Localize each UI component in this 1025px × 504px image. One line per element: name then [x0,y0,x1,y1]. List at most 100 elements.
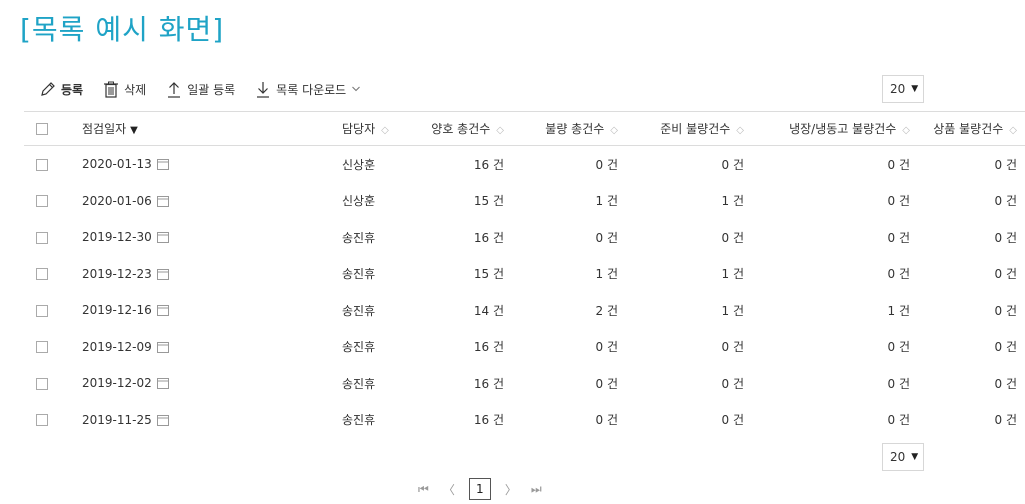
download-list-button[interactable]: 목록 다운로드 [255,81,361,98]
prep-bad-cell: 0 건 [721,376,745,391]
manager-cell: 송진휴 [342,413,376,428]
table-header-row: 점검일자 ▼ 담당자 ◇ 양호 총건수 ◇ 불량 총건수 ◇ 준비 불량건수 ◇ 냉장/냉… [24,111,1025,146]
bad-total-cell: 0 건 [595,157,619,172]
bulk-register-button[interactable]: 일괄 등록 [166,81,235,98]
row-select-cell [24,402,60,439]
good-total-cell: 14 건 [473,303,504,318]
delete-button[interactable]: 삭제 [103,81,146,98]
goods-bad-cell: 0 건 [994,340,1018,355]
sort-icon: ◇ [610,125,618,136]
table-row[interactable]: 2020-01-13 신상훈 16 건 0 건 0 건 0 건 0 건 [24,146,1025,183]
page-size-select-top[interactable]: 20 ▼ [882,75,924,103]
last-page-icon[interactable]: ⏭ [531,482,542,497]
sort-icon: ◇ [381,125,389,136]
bulk-register-label: 일괄 등록 [187,82,236,97]
bad-total-cell: 1 건 [595,194,619,209]
header-prep-bad-label: 준비 불량건수 [660,122,731,136]
row-checkbox[interactable] [36,377,48,390]
upload-arrow-icon [168,81,181,98]
row-checkbox[interactable] [36,414,48,427]
sort-desc-icon: ▼ [130,125,138,136]
table-row[interactable]: 2019-12-30 송진휴 16 건 0 건 0 건 0 건 0 건 [24,219,1025,256]
goods-bad-cell: 0 건 [994,230,1018,245]
calendar-icon[interactable] [156,195,169,207]
select-all-checkbox[interactable] [36,123,48,135]
fridge-bad-cell: 1 건 [887,303,911,318]
header-prep-bad[interactable]: 준비 불량건수 ◇ [626,111,752,146]
calendar-icon[interactable] [156,341,169,353]
header-good-total-label: 양호 총건수 [431,122,491,136]
prev-page-icon[interactable]: 〈 [443,481,455,498]
header-select-all-cell [24,111,60,146]
row-checkbox[interactable] [36,304,48,317]
manager-cell: 신상훈 [342,157,376,172]
download-list-label: 목록 다운로드 [276,82,347,97]
header-good-total[interactable]: 양호 총건수 ◇ [398,111,512,146]
header-goods-bad[interactable]: 상품 불량건수 ◇ [918,111,1025,146]
goods-bad-cell: 0 건 [994,413,1018,428]
row-checkbox[interactable] [36,268,48,281]
fridge-bad-cell: 0 건 [887,376,911,391]
toolbar: 등록 삭제 일괄 등록 목록 다운로드 [40,76,361,102]
header-bad-total[interactable]: 불량 총건수 ◇ [512,111,626,146]
goods-bad-cell: 0 건 [994,267,1018,282]
row-select-cell [24,219,60,256]
sort-icon: ◇ [736,125,744,136]
calendar-icon[interactable] [156,268,169,280]
row-checkbox[interactable] [36,231,48,244]
calendar-icon[interactable] [156,378,169,390]
row-select-cell [24,256,60,293]
date-value: 2019-12-09 [82,339,152,354]
prep-bad-cell: 0 건 [721,157,745,172]
header-date[interactable]: 점검일자 ▼ [60,111,282,146]
row-checkbox[interactable] [36,158,48,171]
fridge-bad-cell: 0 건 [887,157,911,172]
goods-bad-cell: 0 건 [994,194,1018,209]
prep-bad-cell: 0 건 [721,413,745,428]
date-value: 2019-11-25 [82,412,152,427]
header-fridge-bad-label: 냉장/냉동고 불량건수 [789,122,897,136]
date-value: 2019-12-02 [82,376,152,391]
table-row[interactable]: 2019-12-16 송진휴 14 건 2 건 1 건 1 건 0 건 [24,292,1025,329]
next-page-icon[interactable]: 〉 [505,481,517,498]
first-page-icon[interactable]: ⏮ [418,482,429,497]
goods-bad-cell: 0 건 [994,376,1018,391]
bad-total-cell: 0 건 [595,340,619,355]
header-manager-label: 담당자 [342,122,376,136]
date-cell: 2020-01-06 [60,183,282,220]
goods-bad-cell: 0 건 [994,303,1018,318]
table-row[interactable]: 2020-01-06 신상훈 15 건 1 건 1 건 0 건 0 건 [24,183,1025,220]
good-total-cell: 16 건 [473,340,504,355]
manager-cell: 송진휴 [342,303,376,318]
row-checkbox[interactable] [36,195,48,208]
calendar-icon[interactable] [156,414,169,426]
page-size-value: 20 [890,450,906,464]
chevron-down-icon [352,86,361,92]
calendar-icon[interactable] [156,305,169,317]
page-title: [목록 예시 화면] [20,13,225,46]
prep-bad-cell: 1 건 [721,194,745,209]
current-page[interactable]: 1 [468,478,491,500]
calendar-icon[interactable] [156,232,169,244]
prep-bad-cell: 0 건 [721,230,745,245]
date-value: 2019-12-16 [82,303,152,318]
row-select-cell [24,365,60,402]
header-manager[interactable]: 담당자 ◇ [282,111,398,146]
row-select-cell [24,292,60,329]
date-cell: 2019-12-02 [60,365,282,402]
prep-bad-cell: 1 건 [721,303,745,318]
table-row[interactable]: 2019-12-02 송진휴 16 건 0 건 0 건 0 건 0 건 [24,365,1025,402]
table-row[interactable]: 2019-11-25 송진휴 16 건 0 건 0 건 0 건 0 건 [24,402,1025,439]
header-date-label: 점검일자 [82,122,127,136]
goods-bad-cell: 0 건 [994,157,1018,172]
register-button[interactable]: 등록 [40,81,83,98]
page-size-select-bottom[interactable]: 20 ▼ [882,443,924,471]
fridge-bad-cell: 0 건 [887,230,911,245]
row-checkbox[interactable] [36,341,48,354]
header-fridge-bad[interactable]: 냉장/냉동고 불량건수 ◇ [752,111,918,146]
calendar-icon[interactable] [156,159,169,171]
table-row[interactable]: 2019-12-23 송진휴 15 건 1 건 1 건 0 건 0 건 [24,256,1025,293]
header-goods-bad-label: 상품 불량건수 [933,122,1004,136]
table-row[interactable]: 2019-12-09 송진휴 16 건 0 건 0 건 0 건 0 건 [24,329,1025,366]
sort-icon: ◇ [902,125,910,136]
